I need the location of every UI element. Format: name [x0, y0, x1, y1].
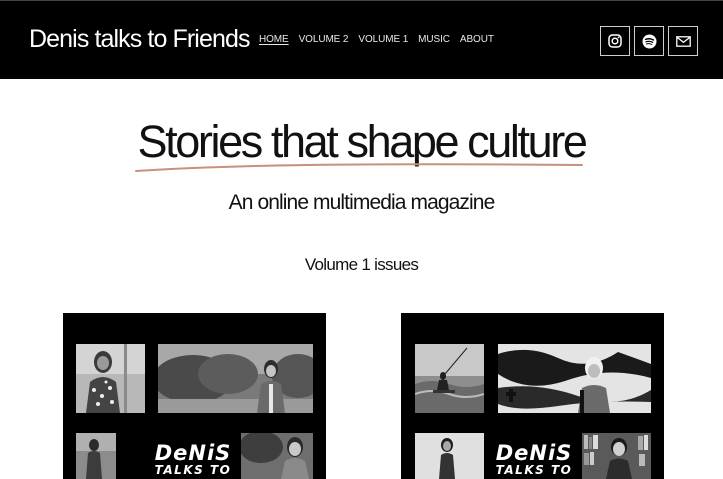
- street-photo: [76, 433, 116, 479]
- magazine-logo: DeNiS TALKS TO: [153, 441, 233, 477]
- instagram-button[interactable]: [600, 26, 630, 56]
- portrait-photo: [415, 433, 484, 479]
- spotify-button[interactable]: [634, 26, 664, 56]
- social-links: [600, 26, 698, 56]
- volume-1-heading: Volume 1 issues: [304, 255, 419, 274]
- mail-button[interactable]: [668, 26, 698, 56]
- hero-tagline: An online multimedia magazine: [228, 191, 496, 214]
- logo-line-1: DeNiS: [495, 441, 573, 465]
- nav-music[interactable]: MUSIC: [418, 34, 450, 46]
- nav-volume-1[interactable]: VOLUME 1: [358, 34, 408, 46]
- nav-home[interactable]: HOME: [259, 34, 289, 46]
- headline-underline: [135, 163, 583, 172]
- instagram-icon: [608, 34, 622, 48]
- landscape-photo: [158, 344, 313, 413]
- issue-card[interactable]: DeNiS TALKS TO: [63, 313, 326, 479]
- graffiti-portrait-photo: [498, 344, 651, 413]
- spotify-icon: [642, 34, 657, 49]
- issue-card[interactable]: DeNiS TALKS TO: [401, 313, 664, 479]
- mail-icon: [675, 35, 691, 47]
- nav-about[interactable]: ABOUT: [460, 34, 494, 46]
- logo-line-1: DeNiS: [154, 441, 232, 465]
- kitesurf-photo: [415, 344, 484, 413]
- logo-line-2: TALKS TO: [154, 463, 232, 477]
- site-title[interactable]: Denis talks to Friends: [29, 25, 250, 54]
- portrait-photo: [76, 344, 145, 413]
- site-header: Denis talks to Friends HOME VOLUME 2 VOL…: [0, 0, 723, 79]
- portrait-photo: [241, 433, 313, 479]
- logo-line-2: TALKS TO: [495, 463, 573, 477]
- magazine-logo: DeNiS TALKS TO: [494, 441, 574, 477]
- main-nav: HOME VOLUME 2 VOLUME 1 MUSIC ABOUT: [259, 34, 494, 46]
- nav-volume-2[interactable]: VOLUME 2: [299, 34, 349, 46]
- bookshelf-portrait-photo: [582, 433, 651, 479]
